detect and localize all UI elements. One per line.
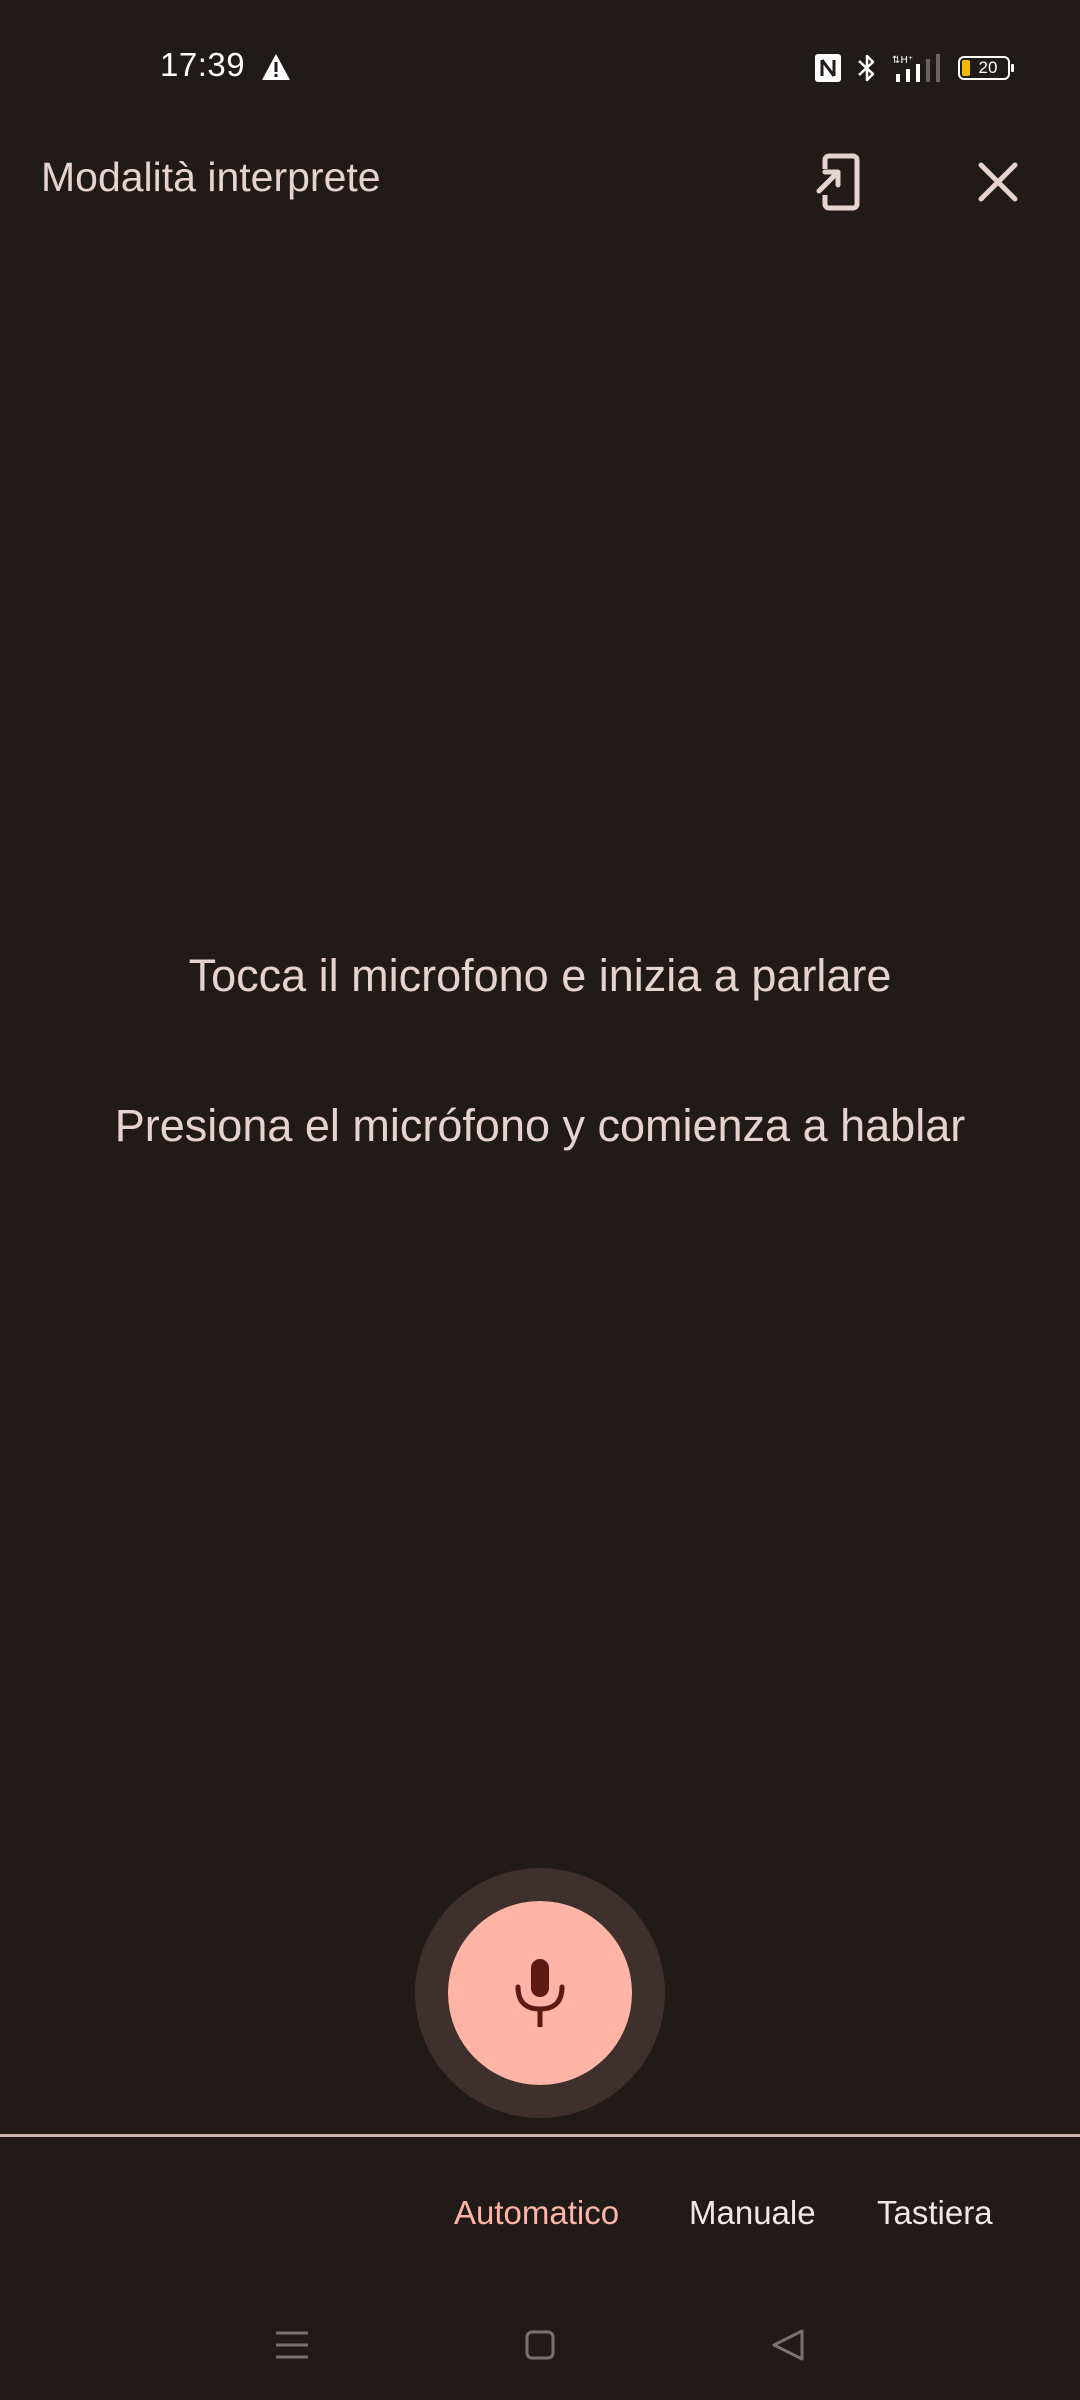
home-icon bbox=[525, 2330, 555, 2360]
battery-level: 20 bbox=[978, 58, 998, 77]
mode-tab-manuale[interactable]: Manuale bbox=[689, 2194, 816, 2232]
status-bar: 17:39 ⇅H⁺ 20 bbox=[0, 0, 1080, 136]
mode-tab-tastiera[interactable]: Tastiera bbox=[877, 2194, 993, 2232]
status-icons: ⇅H⁺ 20 bbox=[814, 50, 1014, 86]
close-icon bbox=[978, 162, 1018, 202]
mode-tab-automatico[interactable]: Automatico bbox=[454, 2194, 619, 2232]
open-in-phone-button[interactable] bbox=[800, 142, 880, 222]
page-title: Modalità interprete bbox=[41, 154, 381, 200]
back-icon bbox=[772, 2329, 804, 2361]
mic-button[interactable] bbox=[448, 1901, 632, 2085]
nav-back-button[interactable] bbox=[758, 2320, 818, 2370]
menu-icon bbox=[276, 2331, 308, 2359]
prompt-italian: Tocca il microfono e inizia a parlare bbox=[188, 950, 892, 1001]
microphone-icon bbox=[515, 1959, 565, 2027]
divider bbox=[0, 2134, 1080, 2137]
warning-icon bbox=[262, 54, 290, 80]
nav-home-button[interactable] bbox=[510, 2320, 570, 2370]
battery-icon: 20 bbox=[958, 56, 1014, 80]
nav-recents-button[interactable] bbox=[262, 2320, 322, 2370]
bluetooth-icon bbox=[858, 54, 875, 82]
signal-icon: ⇅H⁺ bbox=[892, 54, 940, 82]
status-time: 17:39 bbox=[160, 46, 246, 83]
interpreter-screen: 17:39 ⇅H⁺ 20 Modalità interprete Tocca i… bbox=[0, 0, 1080, 2400]
close-button[interactable] bbox=[958, 142, 1038, 222]
prompt-spanish: Presiona el micrófono y comienza a habla… bbox=[114, 1100, 966, 1151]
open-in-phone-icon bbox=[815, 153, 860, 211]
nfc-icon bbox=[815, 54, 841, 82]
svg-text:⇅H⁺: ⇅H⁺ bbox=[892, 55, 913, 66]
